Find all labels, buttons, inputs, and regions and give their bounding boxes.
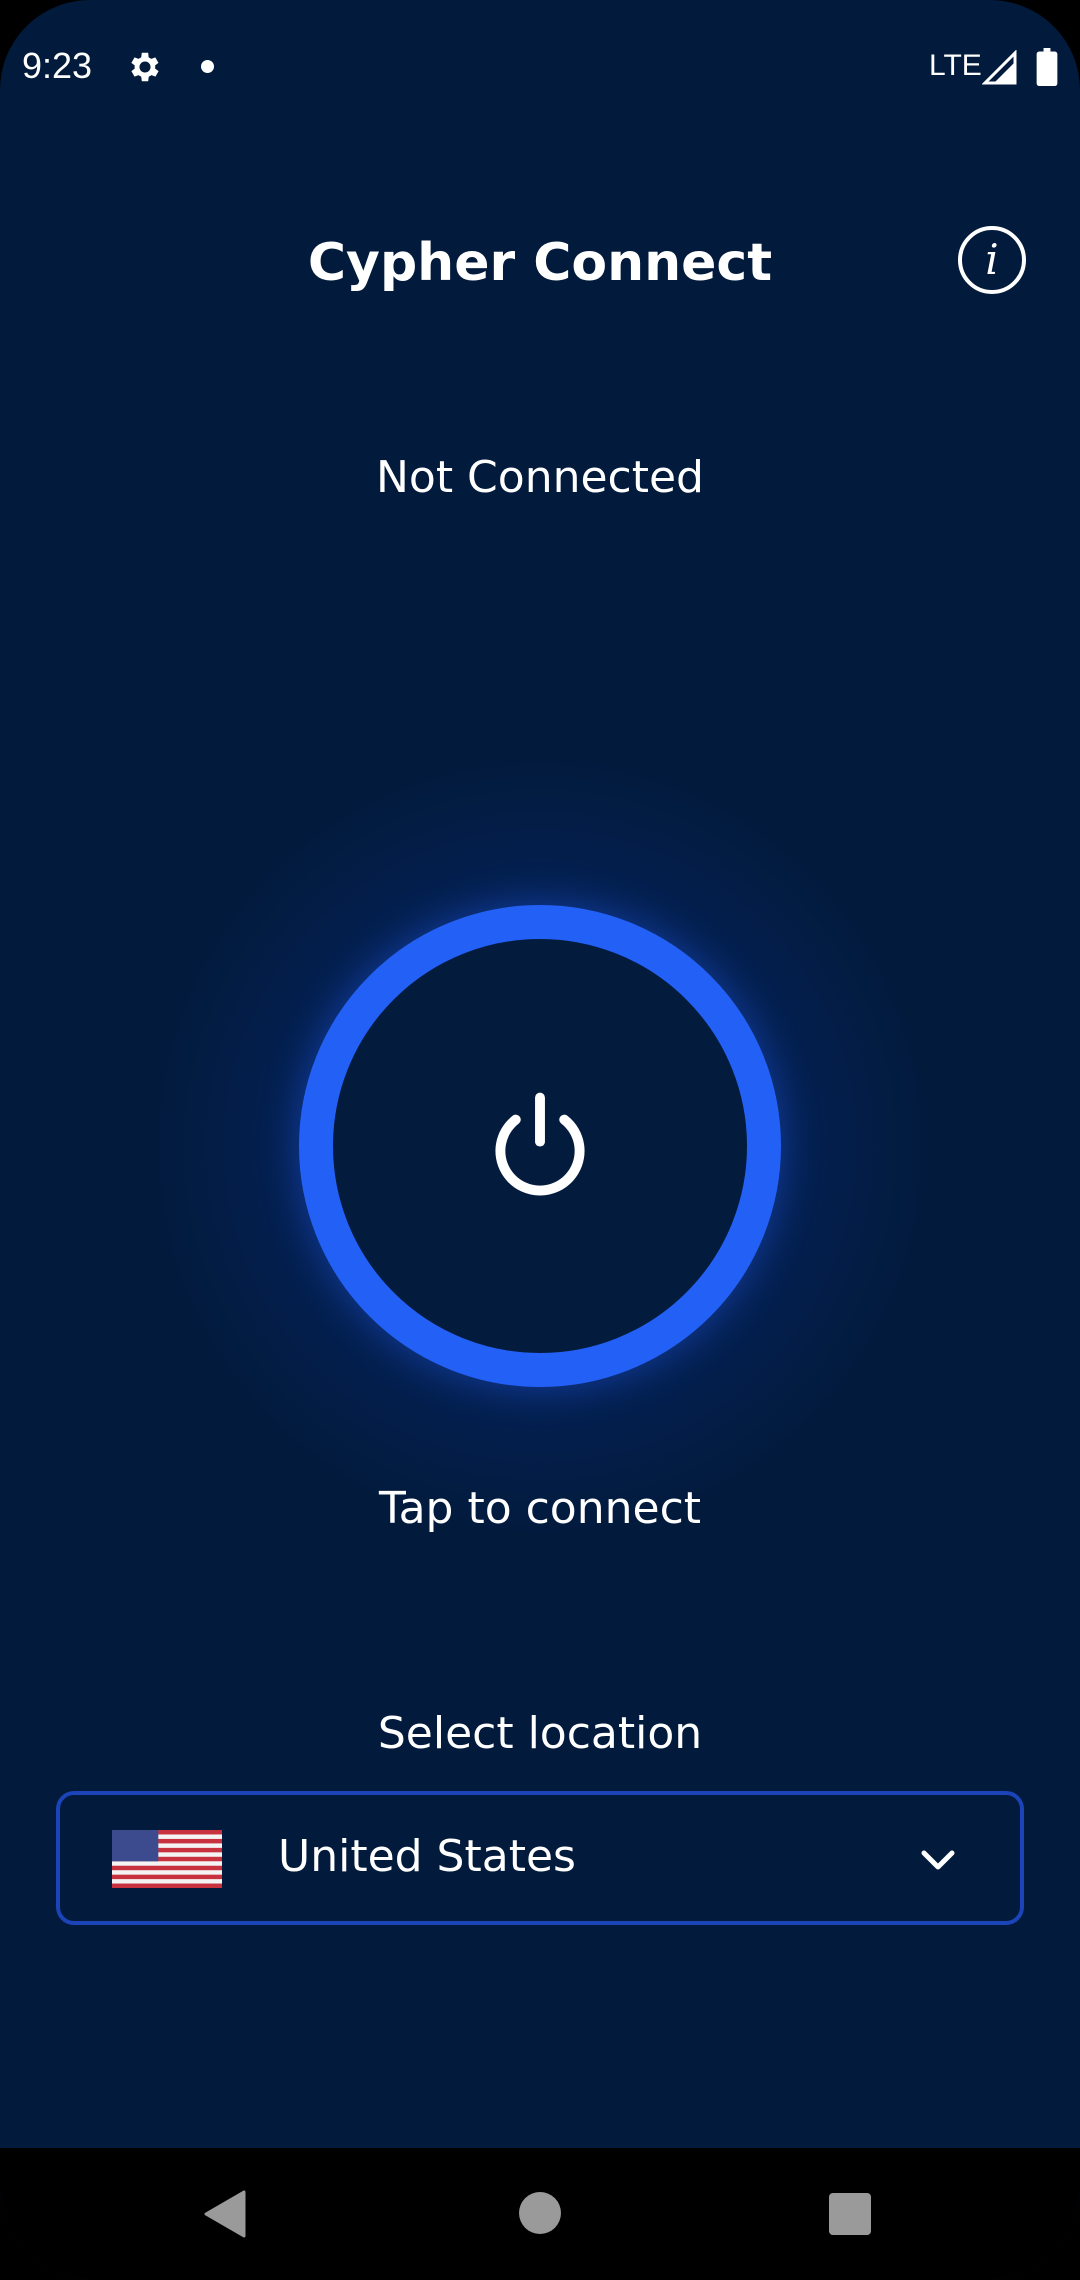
connection-status: Not Connected xyxy=(375,452,704,503)
app-title: Cypher Connect xyxy=(307,233,773,293)
network-type: LTE xyxy=(929,49,982,82)
chevron-down-icon xyxy=(921,1850,955,1870)
power-icon xyxy=(495,1092,585,1196)
location-dropdown[interactable]: United States xyxy=(56,1791,1024,1925)
info-icon: i xyxy=(985,235,999,284)
location-label: Select location xyxy=(377,1708,703,1759)
navigation-bar xyxy=(0,2148,1080,2280)
home-icon[interactable] xyxy=(519,2192,561,2234)
notification-dot xyxy=(201,60,214,73)
recents-icon[interactable] xyxy=(829,2193,871,2235)
cell-signal-icon xyxy=(982,50,1017,85)
app-screen: 9:23 LTE Cypher Connect i Not Connected … xyxy=(0,0,1080,2280)
connect-hint: Tap to connect xyxy=(378,1483,702,1534)
status-time: 9:23 xyxy=(22,45,93,86)
selected-location: United States xyxy=(278,1831,576,1882)
info-button[interactable]: i xyxy=(958,226,1026,294)
battery-icon xyxy=(1036,48,1058,86)
status-bar: 9:23 LTE xyxy=(0,0,1080,136)
back-icon[interactable] xyxy=(204,2190,246,2238)
us-flag-icon xyxy=(112,1830,222,1888)
gear-icon xyxy=(131,52,159,82)
